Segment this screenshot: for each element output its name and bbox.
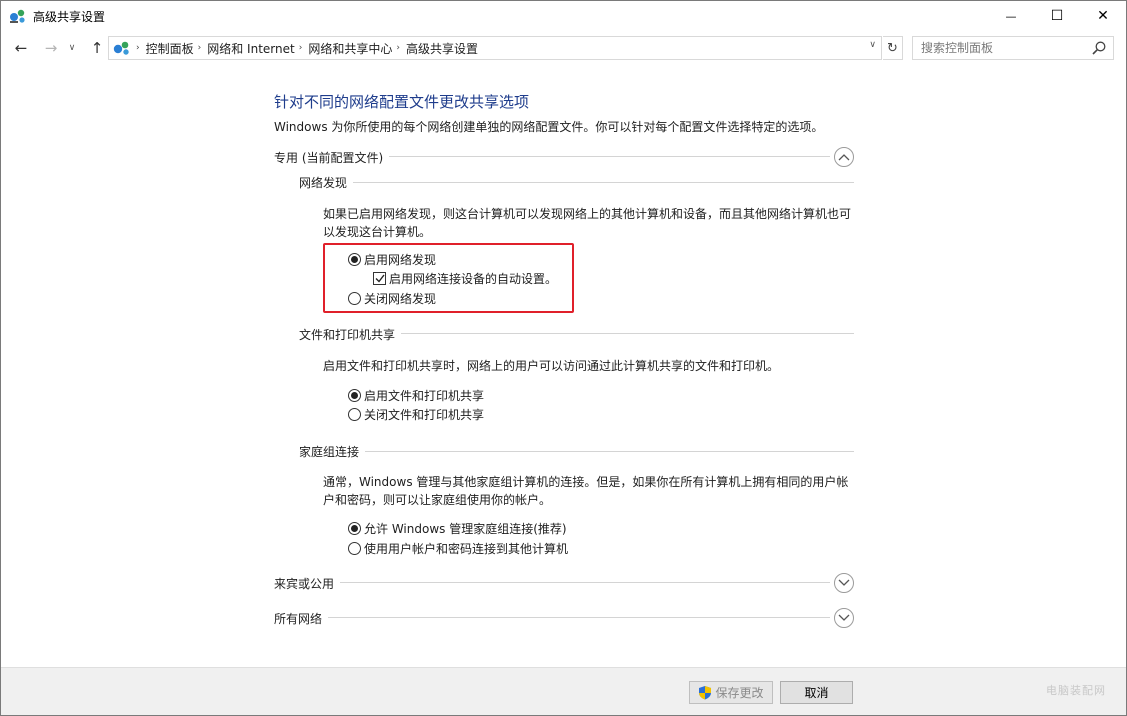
intro-text: Windows 为你所使用的每个网络创建单独的网络配置文件。你可以针对每个配置文… (274, 120, 824, 134)
radio-enable-file-printer-sharing[interactable]: 启用文件和打印机共享 (348, 387, 484, 404)
save-changes-button[interactable]: 保存更改 (689, 681, 773, 704)
uac-shield-icon (699, 686, 712, 700)
network-discovery-description: 如果已启用网络发现，则这台计算机可以发现网络上的其他计算机和设备，而且其他网络计… (323, 207, 852, 239)
breadcrumb-control-panel[interactable]: 控制面板 (146, 40, 194, 57)
expand-guest-public-button[interactable] (834, 573, 854, 593)
cancel-label: 取消 (804, 686, 829, 700)
save-changes-label: 保存更改 (715, 686, 764, 700)
address-bar[interactable]: › 控制面板 › 网络和 Internet › 网络和共享中心 › 高级共享设置… (108, 36, 882, 60)
minimize-button[interactable]: — (988, 1, 1034, 31)
advanced-sharing-window: 高级共享设置 — ☐ ✕ ← → ∨ ↑ › 控制面板 › 网络和 Intern… (0, 0, 1127, 716)
homegroup-title: 家庭组连接 (299, 443, 366, 460)
window-title: 高级共享设置 (33, 10, 106, 24)
option-label: 允许 Windows 管理家庭组连接(推荐) (364, 522, 567, 536)
breadcrumb-separator-icon[interactable]: › (198, 43, 202, 53)
forward-button[interactable]: → (41, 38, 61, 58)
option-label: 关闭文件和打印机共享 (364, 408, 485, 422)
page-title: 针对不同的网络配置文件更改共享选项 (274, 93, 530, 111)
arrow-left-icon: ← (14, 39, 28, 57)
breadcrumb-network-internet[interactable]: 网络和 Internet (207, 40, 294, 57)
collapse-private-button[interactable] (834, 147, 854, 167)
refresh-button[interactable]: ↻ (883, 36, 903, 60)
radio-selected-icon[interactable] (348, 389, 361, 402)
profile-all-networks-title[interactable]: 所有网络 (274, 610, 329, 627)
checkbox-checked-icon[interactable] (373, 272, 386, 285)
radio-unselected-icon[interactable] (348, 542, 361, 555)
expand-all-networks-button[interactable] (834, 608, 854, 628)
breadcrumb-network-sharing-center[interactable]: 网络和共享中心 (308, 40, 392, 57)
breadcrumb-separator-icon[interactable]: › (299, 43, 303, 53)
back-button[interactable]: ← (11, 38, 31, 58)
option-label: 使用用户帐户和密码连接到其他计算机 (364, 542, 569, 556)
recent-locations-button[interactable]: ∨ (65, 38, 79, 58)
search-input[interactable] (921, 40, 1091, 56)
radio-disable-file-printer-sharing[interactable]: 关闭文件和打印机共享 (348, 406, 484, 423)
radio-enable-network-discovery[interactable]: 启用网络发现 (348, 251, 436, 268)
option-label: 关闭网络发现 (364, 292, 437, 306)
checkbox-auto-setup[interactable]: 启用网络连接设备的自动设置。 (373, 270, 557, 287)
up-button[interactable]: ↑ (87, 38, 107, 58)
radio-unselected-icon[interactable] (348, 408, 361, 421)
option-label: 启用网络发现 (364, 253, 437, 267)
refresh-icon: ↻ (887, 40, 898, 56)
profile-private-title[interactable]: 专用 (当前配置文件) (274, 149, 390, 166)
subsection-divider (299, 451, 854, 452)
address-dropdown-icon[interactable]: ∨ (869, 40, 876, 50)
subsection-divider (299, 182, 854, 183)
profile-guest-public-title[interactable]: 来宾或公用 (274, 575, 341, 592)
network-discovery-title: 网络发现 (299, 174, 354, 191)
option-label: 启用文件和打印机共享 (364, 389, 485, 403)
section-divider (274, 582, 830, 583)
radio-use-account-password[interactable]: 使用用户帐户和密码连接到其他计算机 (348, 540, 568, 557)
close-icon: ✕ (1097, 8, 1109, 24)
chevron-up-icon (838, 154, 850, 161)
radio-windows-manage-homegroup[interactable]: 允许 Windows 管理家庭组连接(推荐) (348, 520, 567, 537)
arrow-right-icon: → (44, 39, 58, 57)
chevron-down-icon: ∨ (68, 43, 76, 53)
footer-bar: 保存更改 取消 (1, 667, 1126, 715)
section-divider (274, 617, 830, 618)
maximize-button[interactable]: ☐ (1034, 1, 1080, 31)
main-content: 针对不同的网络配置文件更改共享选项 Windows 为你所使用的每个网络创建单独… (1, 65, 1126, 667)
file-printer-sharing-title: 文件和打印机共享 (299, 326, 402, 343)
homegroup-description: 通常，Windows 管理与其他家庭组计算机的连接。但是，如果你在所有计算机上拥… (323, 475, 849, 507)
search-box[interactable] (912, 36, 1114, 60)
radio-unselected-icon[interactable] (348, 292, 361, 305)
minimize-icon: — (1005, 9, 1017, 23)
chevron-down-icon (838, 579, 850, 586)
chevron-down-icon (838, 614, 850, 621)
navigation-bar: ← → ∨ ↑ › 控制面板 › 网络和 Internet › 网络和共享中心 … (1, 31, 1126, 65)
network-app-icon (10, 9, 25, 23)
breadcrumb-separator-icon: › (136, 43, 140, 53)
close-button[interactable]: ✕ (1080, 1, 1126, 31)
cancel-button[interactable]: 取消 (780, 681, 853, 704)
radio-disable-network-discovery[interactable]: 关闭网络发现 (348, 290, 436, 307)
option-label: 启用网络连接设备的自动设置。 (389, 272, 558, 286)
control-panel-icon (113, 41, 129, 55)
search-icon[interactable] (1091, 40, 1107, 56)
file-printer-sharing-description: 启用文件和打印机共享时，网络上的用户可以访问通过此计算机共享的文件和打印机。 (323, 359, 780, 373)
watermark-text: 电脑装配网 (1046, 684, 1106, 697)
title-bar: 高级共享设置 — ☐ ✕ (1, 1, 1126, 31)
radio-selected-icon[interactable] (348, 522, 361, 535)
breadcrumb-separator-icon[interactable]: › (396, 43, 400, 53)
radio-selected-icon[interactable] (348, 253, 361, 266)
arrow-up-icon: ↑ (90, 39, 104, 57)
breadcrumb-advanced-sharing[interactable]: 高级共享设置 (406, 40, 478, 57)
maximize-icon: ☐ (1050, 8, 1064, 24)
